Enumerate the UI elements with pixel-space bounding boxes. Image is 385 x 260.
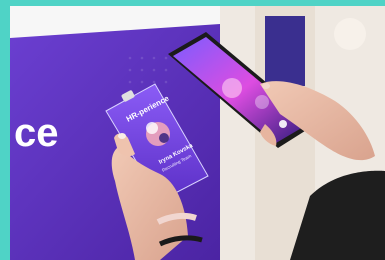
wall-text: ce — [14, 111, 59, 155]
scene-svg: ce HR-perience Iryna Kovska Recruiting T… — [10, 6, 385, 260]
event-photo: ce HR-perience Iryna Kovska Recruiting T… — [10, 6, 385, 260]
photo-frame: ce HR-perience Iryna Kovska Recruiting T… — [0, 0, 385, 260]
